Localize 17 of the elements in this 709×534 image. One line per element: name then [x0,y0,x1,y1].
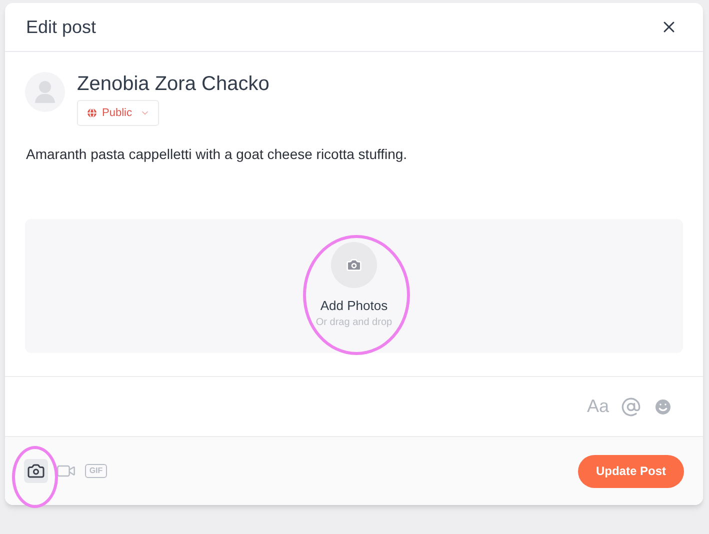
mention-icon[interactable] [621,396,641,416]
dialog-title: Edit post [26,16,96,39]
highlight-ellipse [12,446,58,508]
audience-dropdown[interactable]: Public [77,100,159,126]
upload-hint: Or drag and drop [316,316,392,330]
post-text[interactable]: Amaranth pasta cappelletti with a goat cheese ricotta stuffing. [5,144,703,214]
avatar [25,72,65,112]
globe-icon [86,107,98,119]
photo-drop-area[interactable]: Add Photos Or drag and drop [25,219,683,353]
upload-title: Add Photos [320,296,388,315]
camera-icon [27,462,45,480]
update-post-button[interactable]: Update Post [578,454,684,488]
smiley-icon[interactable] [653,396,673,416]
author-name: Zenobia Zora Chacko [77,72,270,96]
photo-button[interactable] [24,459,48,483]
camera-icon [346,256,362,273]
font-style-button[interactable]: Aa [586,393,609,420]
